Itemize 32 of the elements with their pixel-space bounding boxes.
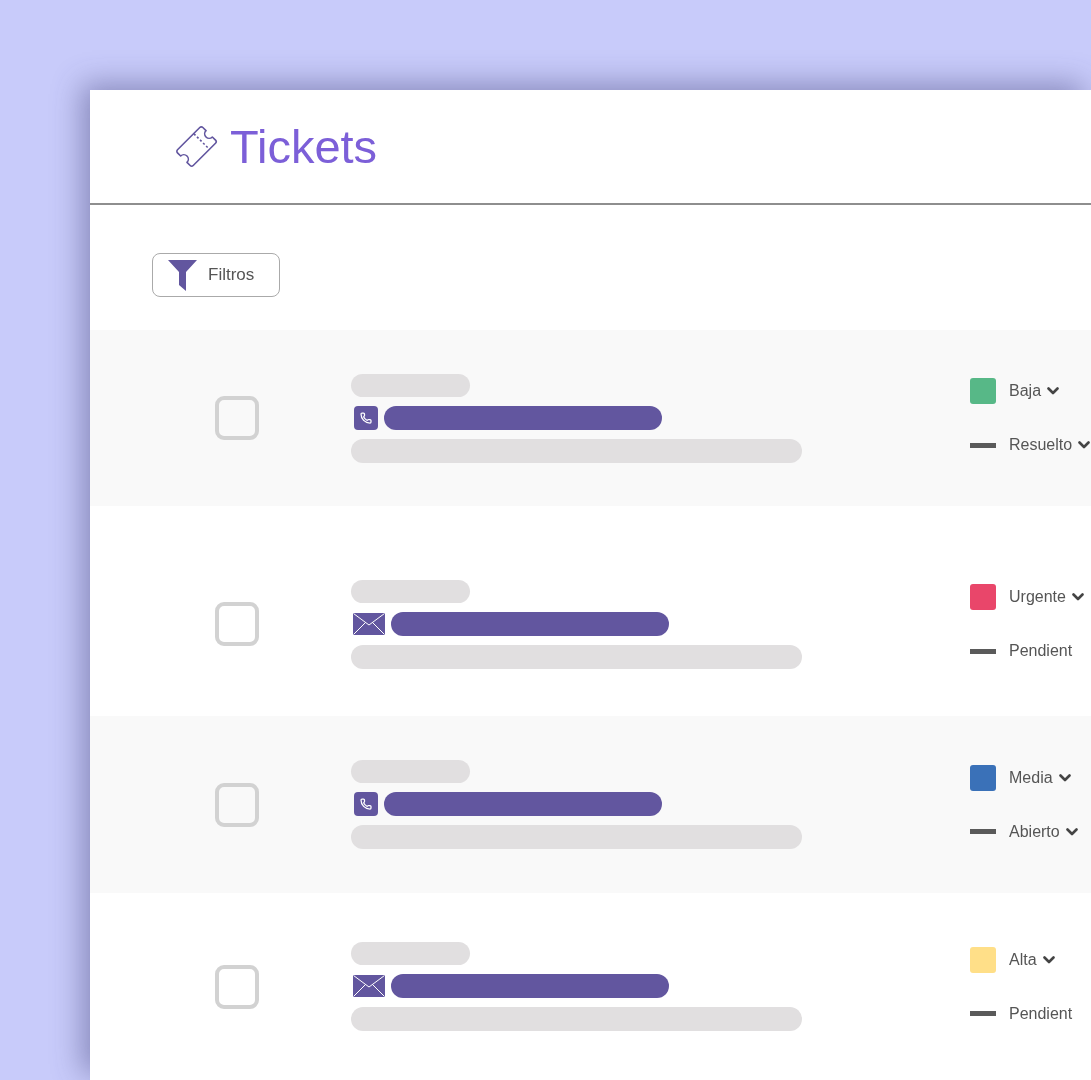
ticket-icon xyxy=(175,125,218,168)
page-title: Tickets xyxy=(230,123,378,170)
priority-label: Baja xyxy=(1009,381,1042,401)
priority-label: Media xyxy=(1009,767,1053,788)
checkbox[interactable] xyxy=(215,782,259,827)
envelope-icon xyxy=(353,975,385,997)
priority-dropdown[interactable]: Urgente xyxy=(970,584,1084,610)
priority-dropdown[interactable]: Media xyxy=(970,764,1078,791)
envelope-icon xyxy=(353,612,385,635)
status-label: Resuelto xyxy=(1009,435,1073,455)
phone-icon xyxy=(354,405,378,430)
status-dropdown[interactable]: Resuelto xyxy=(970,432,1091,458)
status-label: Pendient xyxy=(1009,641,1073,661)
priority-dropdown[interactable]: Baja xyxy=(970,378,1091,404)
status-dropdown[interactable]: Pendient xyxy=(970,1000,1073,1027)
phone-icon xyxy=(354,792,378,816)
checkbox[interactable] xyxy=(215,602,259,646)
dash-icon xyxy=(970,829,996,834)
status-dropdown[interactable]: Abierto xyxy=(970,818,1078,845)
status-label: Abierto xyxy=(1009,821,1060,842)
filter-button[interactable]: Filtros xyxy=(152,253,280,297)
filter-icon xyxy=(168,259,197,291)
dash-icon xyxy=(970,648,996,654)
checkbox[interactable] xyxy=(215,396,259,440)
dash-icon xyxy=(970,442,996,448)
status-label: Pendient xyxy=(1009,1003,1073,1024)
dash-icon xyxy=(970,1011,996,1016)
priority-label: Urgente xyxy=(1009,587,1066,607)
priority-dropdown[interactable]: Alta xyxy=(970,946,1073,973)
checkbox[interactable] xyxy=(215,964,259,1009)
priority-label: Alta xyxy=(1009,949,1037,970)
status-dropdown[interactable]: Pendient xyxy=(970,638,1084,664)
